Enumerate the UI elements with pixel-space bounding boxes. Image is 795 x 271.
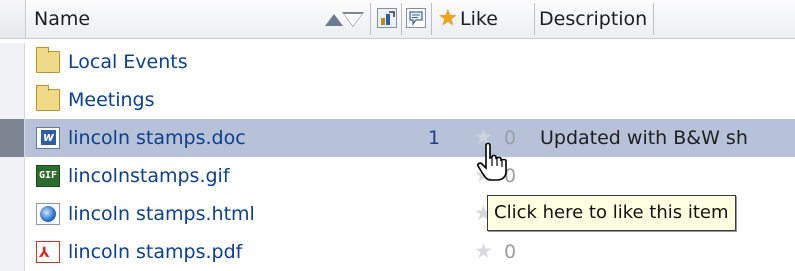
list-item[interactable]: Meetings [0,81,795,119]
approval-status-icon[interactable] [377,8,397,28]
like-tooltip: Click here to like this item [487,195,736,231]
sort-ascending-icon[interactable] [325,14,343,26]
html-page-icon [36,203,60,225]
hand-pointer-cursor-icon [477,142,507,181]
comment-count: 1 [428,127,441,149]
like-star-icon[interactable]: ★ [474,239,493,263]
item-name-link[interactable]: lincolnstamps.gif [68,165,230,187]
folder-icon [36,47,60,73]
like-star-icon: ★ [438,6,458,31]
list-item-selected[interactable]: w lincoln stamps.doc 1 ★ 0 Updated with … [0,119,795,157]
item-description: Updated with B&W sh [540,127,748,149]
column-header-bar: Name ★ Like Description [0,0,795,39]
document-library-list: Name ★ Like Description Local Events Mee… [0,0,795,271]
list-item[interactable]: Local Events [0,43,795,81]
item-name-link[interactable]: lincoln stamps.pdf [68,241,242,263]
header-row-handle [0,0,26,38]
item-name-link[interactable]: Meetings [68,89,155,111]
like-count: 0 [504,241,517,263]
pdf-icon: ⅄ [36,241,60,263]
list-item[interactable]: GIF lincolnstamps.gif ★ 0 [0,157,795,195]
item-name-link[interactable]: lincoln stamps.html [68,203,255,225]
word-doc-icon: w [36,127,60,149]
item-name-link[interactable]: Local Events [68,51,188,73]
column-header-description[interactable]: Description [539,8,647,30]
column-header-like[interactable]: Like [460,8,498,30]
comments-icon[interactable] [406,8,426,28]
folder-icon [36,85,60,111]
item-name-link[interactable]: lincoln stamps.doc [68,127,246,149]
list-item[interactable]: ⅄ lincoln stamps.pdf ★ 0 [0,233,795,271]
column-header-name[interactable]: Name [34,8,90,30]
gif-image-icon: GIF [36,165,60,187]
